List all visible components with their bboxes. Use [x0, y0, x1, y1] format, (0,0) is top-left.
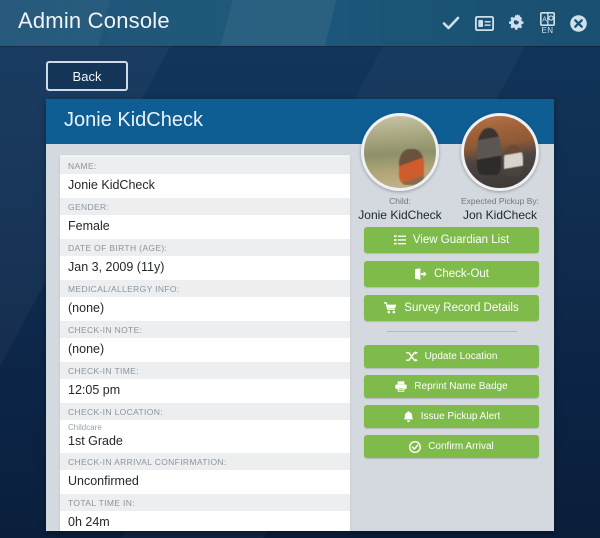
reprint-name-badge-button[interactable]: Reprint Name Badge — [364, 375, 539, 398]
action-button-column: View Guardian List Check-Out Survey Reco… — [364, 227, 539, 465]
list-icon — [393, 235, 406, 245]
update-location-button[interactable]: Update Location — [364, 345, 539, 368]
back-button[interactable]: Back — [46, 61, 128, 91]
printer-icon — [395, 381, 407, 392]
language-label: EN — [541, 25, 554, 35]
field-value-total-time: 0h 24m — [60, 510, 350, 531]
action-divider — [386, 331, 517, 332]
button-label: Update Location — [424, 351, 498, 362]
gears-icon[interactable] — [507, 12, 527, 34]
id-card-icon[interactable] — [474, 12, 494, 34]
button-label: Survey Record Details — [404, 302, 519, 314]
field-value-arrival-confirmation: Unconfirmed — [60, 469, 350, 494]
field-value-name: Jonie KidCheck — [60, 174, 350, 198]
close-icon[interactable] — [568, 12, 588, 34]
button-label: Reprint Name Badge — [414, 381, 508, 392]
page-title: Jonie KidCheck — [64, 109, 203, 131]
button-label: Issue Pickup Alert — [420, 411, 501, 422]
view-guardian-list-button[interactable]: View Guardian List — [364, 227, 539, 253]
app-root: Admin Console A EN Back Jonie KidCheck C… — [0, 0, 600, 538]
field-label: DATE OF BIRTH (AGE): — [60, 239, 350, 256]
field-value-checkin-time: 12:05 pm — [60, 379, 350, 403]
check-icon[interactable] — [441, 12, 461, 34]
avatar-caption: Child: — [389, 196, 411, 206]
details-list: NAME: Jonie KidCheck GENDER: Female DATE… — [60, 155, 350, 531]
sign-out-icon — [414, 268, 427, 280]
survey-record-details-button[interactable]: Survey Record Details — [364, 295, 539, 321]
field-value-medical: (none) — [60, 297, 350, 321]
shuffle-icon — [405, 351, 418, 362]
avatar-child-block: Child: Jonie KidCheck — [356, 113, 444, 222]
avatar-group: Child: Jonie KidCheck Expected Pickup By… — [356, 113, 546, 222]
field-label: GENDER: — [60, 198, 350, 215]
app-header-icon-group: A EN — [441, 0, 588, 46]
record-card: Jonie KidCheck Child: Jonie KidCheck Exp… — [46, 99, 554, 531]
button-label: Confirm Arrival — [428, 441, 494, 452]
check-circle-icon — [409, 440, 422, 453]
field-label: CHECK-IN ARRIVAL CONFIRMATION: — [60, 452, 350, 470]
bell-icon — [403, 410, 414, 423]
app-title: Admin Console — [18, 8, 170, 33]
cart-icon — [384, 302, 397, 314]
avatar-caption: Expected Pickup By: — [461, 196, 539, 206]
field-value-checkin-note: (none) — [60, 338, 350, 362]
field-value-location-text: 1st Grade — [68, 433, 123, 448]
button-label: Check-Out — [434, 268, 489, 280]
field-label: MEDICAL/ALLERGY INFO: — [60, 280, 350, 297]
field-label: TOTAL TIME IN: — [60, 493, 350, 511]
field-value-dob: Jan 3, 2009 (11y) — [60, 256, 350, 280]
field-value-gender: Female — [60, 215, 350, 239]
field-label: NAME: — [60, 157, 350, 174]
avatar-guardian-block: Expected Pickup By: Jon KidCheck — [456, 113, 544, 222]
svg-text:A: A — [542, 16, 547, 23]
issue-pickup-alert-button[interactable]: Issue Pickup Alert — [364, 405, 539, 428]
field-label: CHECK-IN LOCATION: — [60, 403, 350, 420]
child-photo-avatar[interactable] — [361, 113, 439, 191]
avatar-name: Jonie KidCheck — [358, 208, 442, 222]
field-label: CHECK-IN TIME: — [60, 362, 350, 379]
app-header-bar: Admin Console A EN — [0, 0, 600, 46]
field-label: CHECK-IN NOTE: — [60, 321, 350, 338]
check-out-button[interactable]: Check-Out — [364, 261, 539, 287]
field-value-checkin-location: Childcare 1st Grade — [60, 420, 350, 453]
confirm-arrival-button[interactable]: Confirm Arrival — [364, 435, 539, 458]
field-sublabel-childcare: Childcare — [68, 423, 102, 432]
guardian-photo-avatar[interactable] — [461, 113, 539, 191]
language-icon[interactable]: A EN — [540, 11, 555, 35]
avatar-name: Jon KidCheck — [462, 208, 538, 222]
button-label: View Guardian List — [412, 234, 510, 246]
